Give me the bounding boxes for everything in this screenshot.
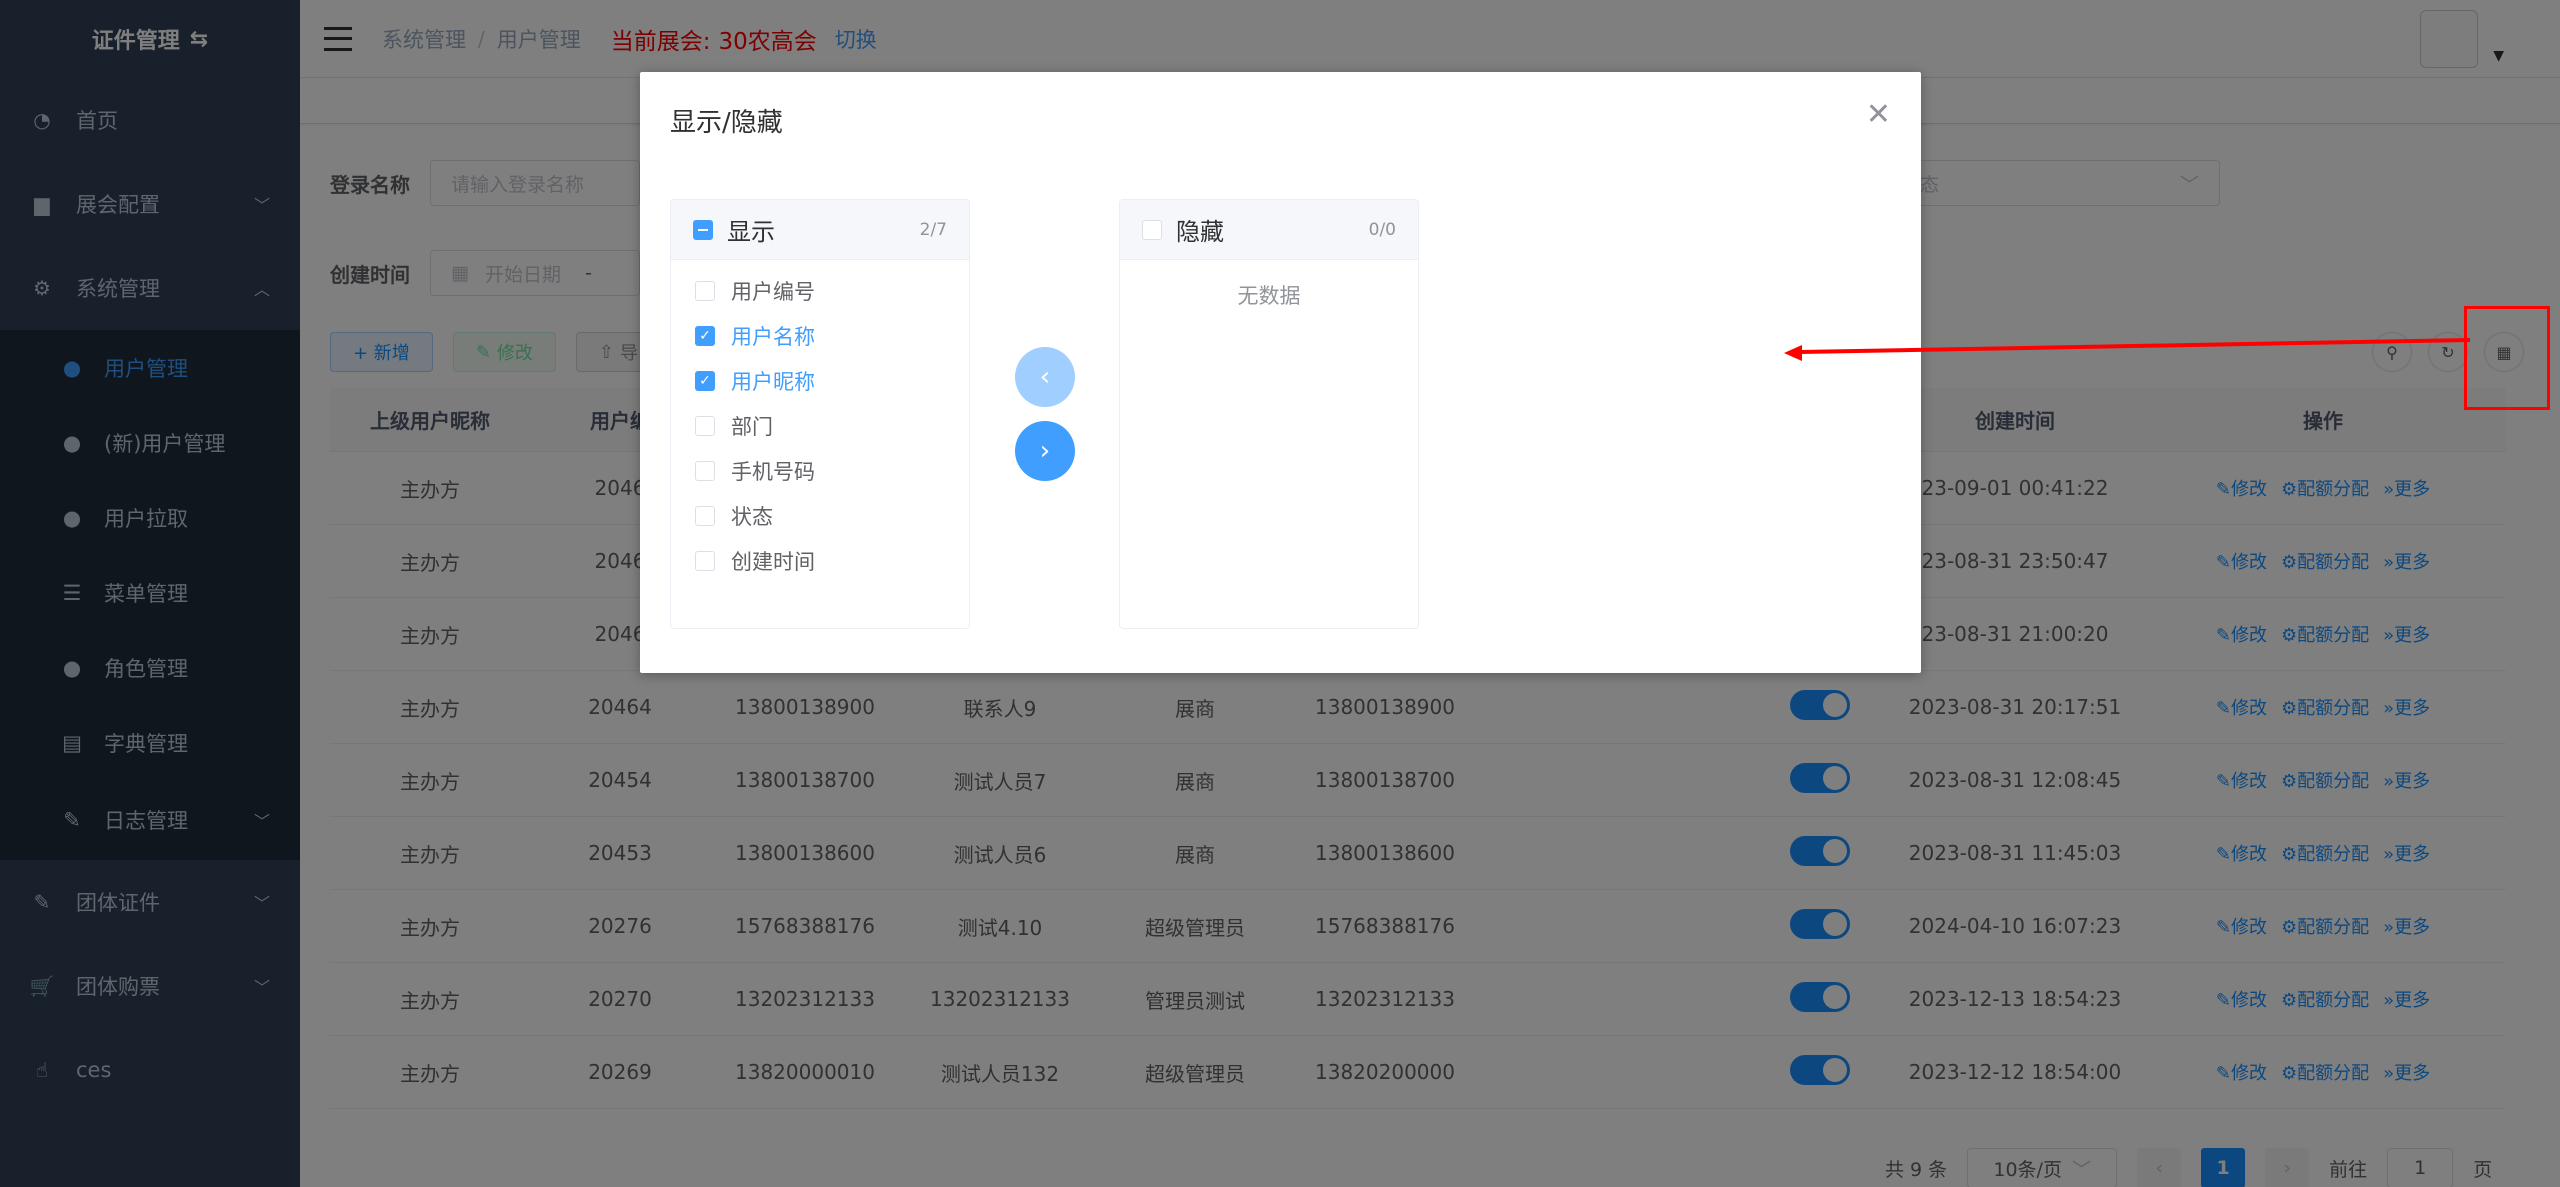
annotation-arrow-head — [1784, 345, 1802, 361]
annotation-arrow — [1784, 338, 2471, 361]
annotation-arrow-line — [1799, 338, 2471, 354]
annotation-highlight-box — [2464, 306, 2550, 410]
